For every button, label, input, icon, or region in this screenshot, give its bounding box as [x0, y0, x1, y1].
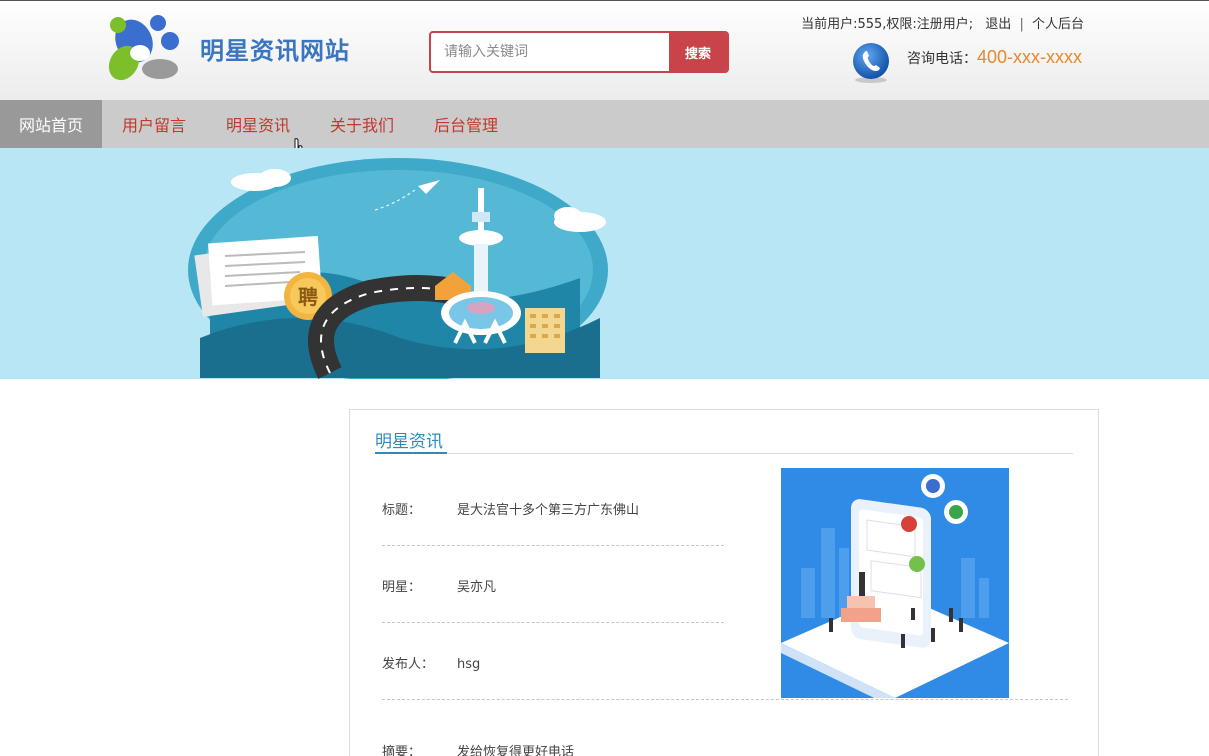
personal-backend-link[interactable]: 个人后台: [1032, 17, 1084, 32]
field-publisher: 发布人： hsg: [382, 653, 480, 672]
field-divider: [382, 545, 724, 546]
nav-item-about[interactable]: 关于我们: [310, 100, 414, 148]
title-underline: [375, 452, 447, 454]
nav-item-messages[interactable]: 用户留言: [102, 100, 206, 148]
separator: |: [1019, 17, 1024, 32]
logo-icon[interactable]: [98, 11, 188, 87]
phone-icon: [853, 43, 889, 83]
field-star: 明星： 吴亦凡: [382, 576, 496, 595]
phone-number: 400-xxx-xxxx: [977, 47, 1083, 67]
banner: 聘: [0, 148, 1209, 379]
banner-badge-text: 聘: [298, 285, 318, 309]
field-value: 是大法官十多个第三方广东佛山: [457, 503, 640, 518]
nav-item-home[interactable]: 网站首页: [0, 100, 102, 148]
current-user-info: 当前用户:555,权限:注册用户;: [801, 17, 974, 32]
header: 明星资讯网站 搜索 当前用户:555,权限:注册用户; 退出 | 个人后台 咨询…: [0, 0, 1209, 100]
nav-item-admin[interactable]: 后台管理: [414, 100, 518, 148]
detail-panel: 明星资讯 标题： 是大法官十多个第三方广东佛山 明星： 吴亦凡 发布人： hsg 摘要…: [349, 409, 1099, 756]
logout-link[interactable]: 退出: [985, 17, 1011, 32]
field-value: hsg: [457, 657, 481, 672]
search-input[interactable]: [431, 33, 669, 71]
field-label: 标题：: [382, 503, 422, 518]
main-nav: 网站首页 用户留言 明星资讯 关于我们 后台管理: [0, 100, 1209, 148]
news-image: [781, 468, 1009, 698]
field-title: 标题： 是大法官十多个第三方广东佛山: [382, 499, 639, 518]
field-label: 明星：: [382, 580, 422, 595]
phone-label: 咨询电话：: [907, 51, 977, 67]
field-label: 发布人：: [382, 657, 435, 672]
field-label: 摘要：: [382, 745, 422, 756]
banner-illustration: 聘: [188, 158, 608, 379]
phone-line: 咨询电话：400-xxx-xxxx: [907, 47, 1082, 68]
field-divider: [382, 622, 724, 623]
search-button[interactable]: 搜索: [669, 33, 727, 71]
user-bar: 当前用户:555,权限:注册用户; 退出 | 个人后台: [801, 13, 1084, 32]
search-box: 搜索: [429, 31, 729, 73]
title-rule: [375, 453, 1073, 454]
field-value: 吴亦凡: [457, 580, 497, 595]
site-title: 明星资讯网站: [200, 36, 350, 65]
field-divider: [382, 699, 1068, 700]
section-title: 明星资讯: [375, 432, 443, 452]
field-summary: 摘要： 发给恢复得更好电话: [382, 741, 574, 756]
field-value: 发给恢复得更好电话: [457, 745, 575, 756]
